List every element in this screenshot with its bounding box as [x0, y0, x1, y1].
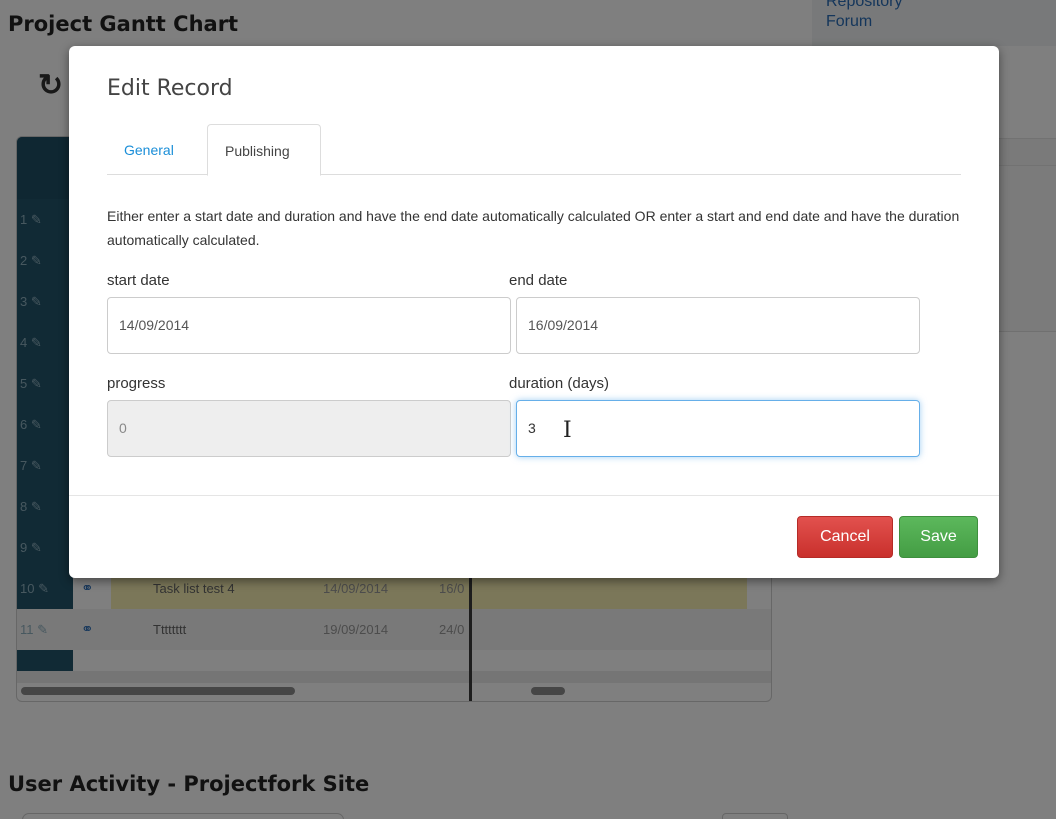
save-button[interactable]: Save	[899, 516, 978, 558]
end-date-label: end date	[509, 272, 568, 289]
tab-publishing[interactable]: Publishing	[207, 124, 321, 176]
progress-input[interactable]: 0	[107, 400, 511, 457]
cancel-button[interactable]: Cancel	[797, 516, 893, 558]
start-date-label: start date	[107, 272, 170, 289]
start-date-input[interactable]: 14/09/2014	[107, 297, 511, 354]
help-text: Either enter a start date and duration a…	[107, 208, 960, 248]
text-cursor-icon: I	[563, 418, 572, 443]
end-date-input[interactable]: 16/09/2014	[516, 297, 920, 354]
duration-input[interactable]: 3	[516, 400, 920, 457]
tab-general[interactable]: General	[107, 124, 191, 175]
edit-record-dialog: Edit Record General Publishing Either en…	[69, 46, 999, 578]
dialog-tabs: General Publishing	[107, 124, 961, 176]
progress-label: progress	[107, 375, 166, 392]
dialog-title: Edit Record	[107, 76, 233, 101]
duration-label: duration (days)	[509, 375, 610, 392]
